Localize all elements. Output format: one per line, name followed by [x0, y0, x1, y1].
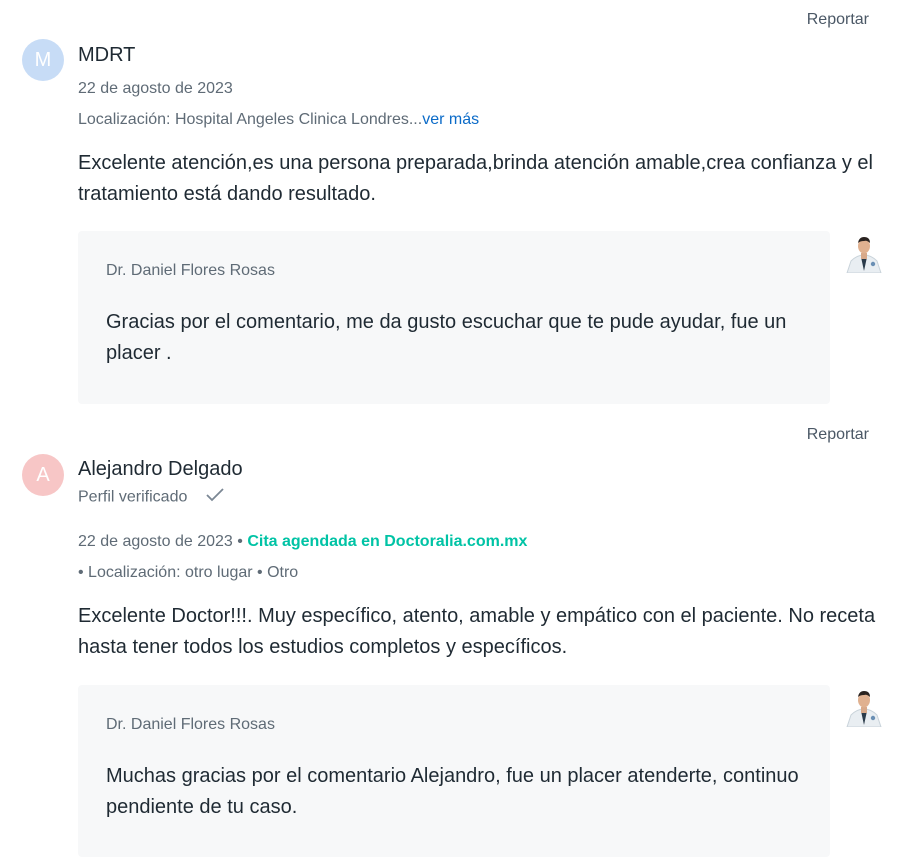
avatar: M [22, 39, 64, 81]
reply-doctor-name: Dr. Daniel Flores Rosas [106, 262, 275, 279]
doctor-reply: Dr. Daniel Flores Rosas Gracias por el c… [78, 231, 830, 404]
reviewer-name: Alejandro Delgado [78, 458, 243, 480]
review-text: Excelente atención,es una persona prepar… [78, 152, 873, 205]
check-icon [206, 488, 224, 507]
avatar: A [22, 454, 64, 496]
booking-badge[interactable]: Cita agendada en Doctoralia.com.mx [247, 533, 527, 550]
reply-doctor-name: Dr. Daniel Flores Rosas [106, 716, 275, 733]
doctor-avatar [843, 685, 885, 728]
verified-label: Perfil verificado [78, 488, 188, 506]
review-date: 22 de agosto de 2023 [78, 533, 233, 550]
date-separator: • [232, 533, 248, 550]
review-location: Localización: Hospital Angeles Clinica L… [78, 111, 479, 129]
doctor-reply: Dr. Daniel Flores Rosas Muchas gracias p… [78, 685, 830, 857]
see-more-link[interactable]: ver más [422, 111, 479, 128]
report-link[interactable]: Reportar [807, 426, 869, 444]
reply-text: Gracias por el comentario, me da gusto e… [106, 311, 787, 364]
review-card: Reportar A Alejandro Delgado Perfil veri… [0, 410, 913, 859]
review-location: • Localización: otro lugar • Otro [78, 564, 299, 581]
doctor-avatar [843, 231, 885, 274]
review-date: 22 de agosto de 2023 [78, 80, 233, 97]
reviewer-name: MDRT [78, 44, 136, 66]
report-link[interactable]: Reportar [807, 11, 869, 29]
location-text: Localización: Hospital Angeles Clinica L… [78, 111, 423, 128]
review-text: Excelente Doctor!!!. Muy específico, ate… [78, 605, 876, 658]
review-date-row: 22 de agosto de 2023 • Cita agendada en … [78, 533, 527, 551]
verified-profile: Perfil verificado [78, 488, 224, 507]
reply-text: Muchas gracias por el comentario Alejand… [106, 765, 799, 818]
review-card: Reportar M MDRT 22 de agosto de 2023 Loc… [0, 0, 913, 410]
